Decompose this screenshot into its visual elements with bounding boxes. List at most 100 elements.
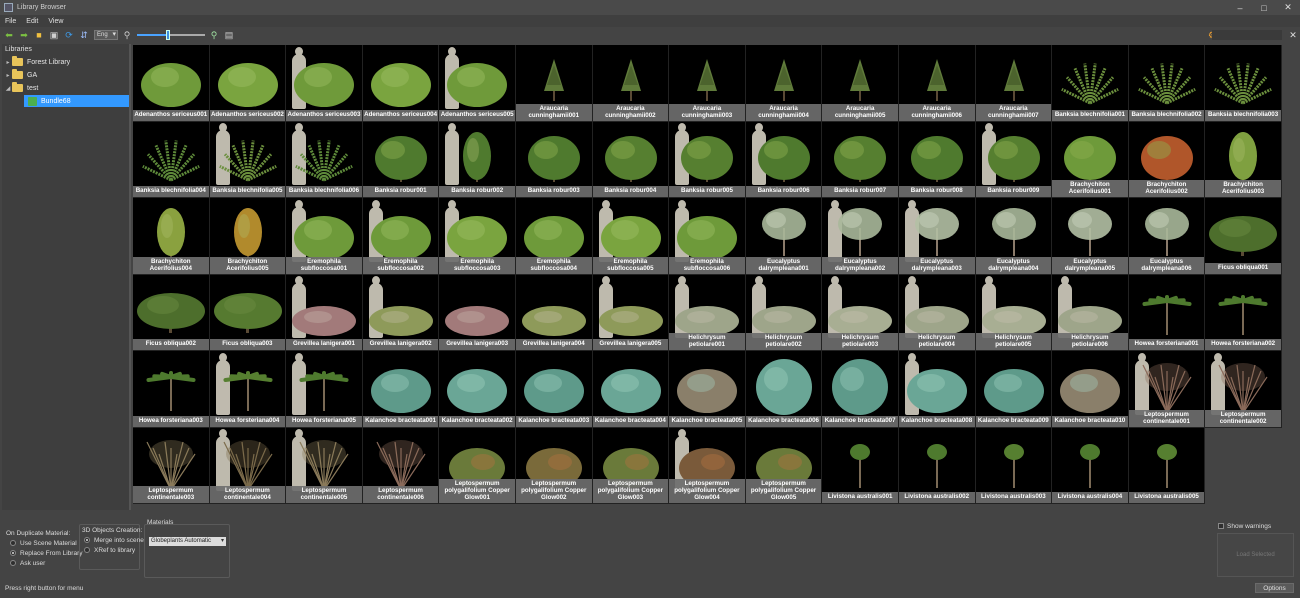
document-icon[interactable]: ▤ [223,29,235,41]
plant-tile[interactable]: Eucalyptus dalrympleana001 [745,198,823,275]
plant-tile[interactable]: Banksia blechnifolia006 [286,121,363,198]
plant-tile[interactable]: Banksia robur001 [362,121,440,198]
tree-item-ga[interactable]: ▸ GA [4,69,130,81]
sort-icon[interactable]: ⇵ [78,29,90,41]
plant-tile[interactable]: Araucaria cunninghamii004 [745,45,823,122]
radio-button[interactable] [10,540,16,546]
load-selected-button[interactable]: Load Selected [1217,533,1294,577]
plant-tile[interactable]: Araucaria cunninghamii001 [515,45,593,122]
plant-tile[interactable]: Eremophila subfloccosa001 [286,198,363,275]
plant-tile[interactable]: Eucalyptus dalrympleana002 [822,198,899,275]
menu-file[interactable]: File [0,18,21,25]
plant-tile[interactable]: Livistona australis001 [822,427,899,504]
plant-tile[interactable]: Eucalyptus dalrympleana003 [898,198,976,275]
plant-tile[interactable]: Leptospermum continentale004 [209,427,287,504]
plant-tile[interactable]: Helichrysum petiolare001 [669,274,746,351]
plant-tile[interactable]: Araucaria cunninghamii006 [898,45,976,122]
plant-tile[interactable]: Brachychiton Acerifolius002 [1128,121,1206,198]
plant-tile[interactable]: Kalanchoe bracteata005 [669,351,746,428]
plant-tile[interactable]: Kalanchoe bracteata006 [745,351,823,428]
plant-tile[interactable]: Ficus obliqua003 [209,274,287,351]
plant-tile[interactable]: Adenanthos sericeus004 [362,45,440,122]
plant-tile[interactable]: Kalanchoe bracteata002 [439,351,516,428]
plant-tile[interactable]: Leptospermum continentale001 [1128,351,1206,428]
language-select[interactable]: Eng [94,30,118,40]
plant-tile[interactable]: Banksia robur008 [898,121,976,198]
plant-tile[interactable]: Brachychiton Acerifolius003 [1205,121,1282,198]
zoom-slider-thumb[interactable] [165,30,170,40]
plant-tile[interactable]: Livistona australis004 [1052,427,1129,504]
menu-view[interactable]: View [43,18,68,25]
plant-tile[interactable]: Livistona australis002 [898,427,976,504]
plant-tile[interactable]: Helichrysum petiolare006 [1052,274,1129,351]
plant-tile[interactable]: Araucaria cunninghamii002 [592,45,670,122]
radio-merge-into-scene[interactable]: Merge into scene [82,535,144,545]
radio-replace-from-library[interactable]: Replace From Library [6,548,83,558]
plant-tile[interactable]: Helichrysum petiolare004 [898,274,976,351]
expand-arrow-icon[interactable]: ▸ [4,59,12,66]
plant-tile[interactable]: Adenanthos sericeus001 [133,45,210,122]
plant-tile[interactable]: Ficus obliqua001 [1205,198,1282,275]
refresh-icon[interactable]: ⟳ [63,29,75,41]
plant-tile[interactable]: Araucaria cunninghamii003 [669,45,746,122]
plant-tile[interactable]: Howea forsteriana002 [1205,274,1282,351]
plant-tile[interactable]: Kalanchoe bracteata003 [515,351,593,428]
plant-tile[interactable]: Kalanchoe bracteata010 [1052,351,1129,428]
maximize-icon[interactable]: □ [1252,0,1276,15]
plant-tile[interactable]: Eremophila subfloccosa005 [592,198,670,275]
plant-tile[interactable]: Grevillea lanigera004 [515,274,593,351]
plant-tile[interactable]: Livistona australis005 [1128,427,1206,504]
plant-tile[interactable]: Ficus obliqua002 [133,274,210,351]
show-warnings-checkbox[interactable] [1218,523,1224,529]
panel-scrollbar[interactable] [129,44,131,510]
plant-tile[interactable]: Banksia blechnifolia001 [1052,45,1129,122]
plant-tile[interactable]: Helichrysum petiolare003 [822,274,899,351]
radio-use-scene-material[interactable]: Use Scene Material [6,538,83,548]
plant-tile[interactable]: Grevillea lanigera002 [362,274,440,351]
plant-tile[interactable]: Kalanchoe bracteata008 [898,351,976,428]
radio-xref-to-library[interactable]: XRef to library [82,545,144,555]
plant-tile[interactable]: Eremophila subfloccosa004 [515,198,593,275]
tree-item-test[interactable]: ◢ test [4,82,130,94]
plant-tile[interactable]: Helichrysum petiolare002 [745,274,823,351]
plant-tile[interactable]: Howea forsteriana004 [209,351,287,428]
radio-button[interactable] [84,537,90,543]
zoom-out-icon[interactable]: ⚲ [121,29,133,41]
plant-tile[interactable]: Eremophila subfloccosa003 [439,198,516,275]
tree-item-forest-library[interactable]: ▸ Forest Library [4,56,130,68]
plant-tile[interactable]: Howea forsteriana003 [133,351,210,428]
expand-arrow-icon[interactable]: ▸ [4,72,12,79]
save-icon[interactable]: ▣ [48,29,60,41]
options-button[interactable]: Options [1255,583,1294,593]
plant-tile[interactable]: Brachychiton Acerifolius004 [133,198,210,275]
radio-ask-user[interactable]: Ask user [6,558,83,568]
plant-tile[interactable]: Howea forsteriana005 [286,351,363,428]
plant-tile[interactable]: Livistona australis003 [975,427,1053,504]
plant-tile[interactable]: Banksia robur006 [745,121,823,198]
plant-tile[interactable]: Leptospermum polygalifolium Copper Glow0… [439,427,516,504]
plant-tile[interactable]: Banksia blechnifolia003 [1205,45,1282,122]
plant-tile[interactable]: Banksia blechnifolia004 [133,121,210,198]
plant-tile[interactable]: Leptospermum continentale002 [1205,351,1282,428]
zoom-slider[interactable] [137,30,205,40]
plant-tile[interactable]: Eremophila subfloccosa006 [669,198,746,275]
plant-tile[interactable]: Eucalyptus dalrympleana006 [1128,198,1206,275]
plant-tile[interactable]: Leptospermum continentale006 [362,427,440,504]
search-input[interactable] [1212,30,1282,40]
radio-button[interactable] [10,560,16,566]
plant-tile[interactable]: Kalanchoe bracteata004 [592,351,670,428]
plant-tile[interactable]: Eucalyptus dalrympleana004 [975,198,1053,275]
plant-tile[interactable]: Leptospermum polygalifolium Copper Glow0… [515,427,593,504]
close-icon[interactable]: ✕ [1276,0,1300,15]
materials-dropdown[interactable]: Globeplants Automatic [149,537,226,546]
plant-tile[interactable]: Grevillea lanigera003 [439,274,516,351]
plant-tile[interactable]: Eremophila subfloccosa002 [362,198,440,275]
plant-tile[interactable]: Brachychiton Acerifolius005 [209,198,287,275]
show-warnings-option[interactable]: Show warnings [1218,521,1271,531]
plant-tile[interactable]: Leptospermum polygalifolium Copper Glow0… [745,427,823,504]
plant-tile[interactable]: Eucalyptus dalrympleana005 [1052,198,1129,275]
collapse-arrow-icon[interactable]: ◢ [4,85,12,92]
plant-tile[interactable]: Banksia robur005 [669,121,746,198]
plant-tile[interactable]: Kalanchoe bracteata009 [975,351,1053,428]
plant-tile[interactable]: Leptospermum continentale005 [286,427,363,504]
